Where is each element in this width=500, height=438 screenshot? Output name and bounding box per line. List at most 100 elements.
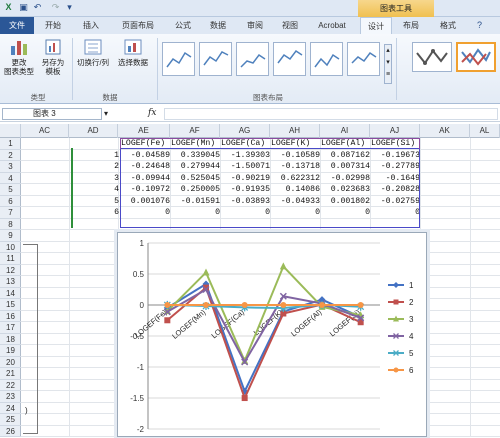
- chart-layout-option-1[interactable]: [162, 42, 195, 76]
- row-header[interactable]: 19: [0, 345, 21, 357]
- chart-layout-option-2[interactable]: [199, 42, 232, 76]
- row-header[interactable]: 21: [0, 368, 21, 380]
- style-thumbnail-icon: [461, 48, 491, 66]
- legend-marker: [393, 367, 399, 373]
- column-header[interactable]: AD: [69, 124, 118, 138]
- row-header[interactable]: 1: [0, 138, 21, 150]
- column-header[interactable]: AF: [170, 124, 220, 138]
- row-header[interactable]: 26: [0, 426, 21, 437]
- column-header[interactable]: AL: [470, 124, 500, 138]
- select-data-icon: [124, 39, 142, 55]
- legend-label: 4: [409, 332, 414, 341]
- chart-style-option-1[interactable]: [412, 42, 452, 72]
- table-row-id[interactable]: 6: [71, 207, 119, 219]
- help-icon[interactable]: ?: [474, 20, 485, 31]
- row-header[interactable]: 6: [0, 196, 21, 207]
- tab-layout[interactable]: 布局: [396, 17, 426, 34]
- row-header[interactable]: 2: [0, 150, 21, 161]
- tab-page-layout[interactable]: 页面布局: [113, 17, 163, 34]
- row-header[interactable]: 7: [0, 207, 21, 219]
- save-as-template-button[interactable]: 另存为 模板: [38, 38, 68, 76]
- values-range-highlight: [120, 148, 420, 228]
- table-row-id[interactable]: 2: [71, 161, 119, 173]
- tab-design[interactable]: 设计: [360, 17, 392, 34]
- row-header[interactable]: 5: [0, 184, 21, 196]
- gridline: [69, 138, 70, 437]
- switch-row-column-button[interactable]: 切换行/列: [74, 38, 112, 67]
- chart-object[interactable]: 1 0.5 0 -0.5 -1 -1.5 -2 LOGEF(Fe) LOGEF(Mn) LOGEF…: [117, 232, 427, 437]
- save-icon[interactable]: ▣: [18, 2, 29, 13]
- select-data-button[interactable]: 选择数据: [113, 38, 153, 67]
- row-header[interactable]: 15: [0, 299, 21, 311]
- ribbon-separator: [72, 38, 73, 100]
- chart-layout-option-4[interactable]: [273, 42, 306, 76]
- column-header[interactable]: AI: [320, 124, 370, 138]
- table-row-id[interactable]: 4: [71, 184, 119, 196]
- chart-tools-context-title: 图表工具: [358, 0, 434, 17]
- style-thumbnail-icon: [416, 49, 448, 65]
- table-row-id[interactable]: 1: [71, 150, 119, 162]
- column-header[interactable]: AJ: [370, 124, 420, 138]
- layout-gallery-scroll[interactable]: ▴ ▾ ≡: [384, 44, 392, 84]
- customize-quick-access-icon[interactable]: ▾: [64, 2, 75, 13]
- table-row-id[interactable]: 3: [71, 173, 119, 185]
- row-header[interactable]: 20: [0, 357, 21, 368]
- data-point: [241, 395, 248, 402]
- tab-view[interactable]: 视图: [275, 17, 305, 34]
- tab-file[interactable]: 文件: [0, 17, 34, 34]
- series-range-highlight: [71, 148, 73, 228]
- chart-layout-option-3[interactable]: [236, 42, 269, 76]
- redo-icon[interactable]: ↷: [50, 2, 61, 13]
- name-box-dropdown-icon[interactable]: ▾: [104, 109, 108, 118]
- row-header[interactable]: 23: [0, 391, 21, 403]
- row-header[interactable]: 8: [0, 219, 21, 230]
- row-header[interactable]: 16: [0, 311, 21, 322]
- group-label-data: 数据: [102, 93, 118, 102]
- tab-format[interactable]: 格式: [432, 17, 464, 34]
- table-row-id[interactable]: 5: [71, 196, 119, 208]
- row-header[interactable]: 11: [0, 253, 21, 265]
- row-header[interactable]: 22: [0, 380, 21, 391]
- select-all-corner[interactable]: [0, 124, 21, 138]
- data-point: [203, 302, 209, 308]
- chart-layout-option-5[interactable]: [310, 42, 343, 76]
- chart-layout-option-6[interactable]: [347, 42, 380, 76]
- tab-data[interactable]: 数据: [203, 17, 233, 34]
- row-header[interactable]: 12: [0, 265, 21, 276]
- undo-icon[interactable]: ↶: [32, 2, 43, 13]
- data-point: [164, 302, 171, 308]
- line-chart[interactable]: 10.50-0.5-1-1.5-2LOGEF(Fe) LOGEF(Mn) LOGEF…: [118, 233, 426, 436]
- row-header[interactable]: 4: [0, 173, 21, 184]
- row-header[interactable]: 18: [0, 334, 21, 345]
- save-as-template-label: 另存为 模板: [41, 58, 65, 76]
- row-header[interactable]: 9: [0, 230, 21, 242]
- data-point: [319, 302, 325, 308]
- row-header[interactable]: 13: [0, 276, 21, 288]
- row-header[interactable]: 10: [0, 242, 21, 253]
- column-header[interactable]: AE: [118, 124, 170, 138]
- tab-review[interactable]: 审阅: [240, 17, 270, 34]
- column-header[interactable]: AK: [420, 124, 470, 138]
- insert-function-icon[interactable]: fx: [148, 108, 156, 118]
- row-header[interactable]: 3: [0, 161, 21, 173]
- tab-formulas[interactable]: 公式: [168, 17, 198, 34]
- gridline: [21, 229, 500, 230]
- tab-home[interactable]: 开始: [38, 17, 68, 34]
- name-box[interactable]: 图表 3: [2, 108, 102, 120]
- row-header[interactable]: 17: [0, 322, 21, 334]
- column-header[interactable]: AH: [270, 124, 320, 138]
- y-tick-label: 0: [140, 301, 145, 310]
- column-header[interactable]: AG: [220, 124, 270, 138]
- column-header[interactable]: AC: [21, 124, 69, 138]
- formula-input[interactable]: [164, 108, 498, 120]
- tab-insert[interactable]: 插入: [76, 17, 106, 34]
- chart-style-option-2[interactable]: [456, 42, 496, 72]
- change-chart-type-button[interactable]: 更改 图表类型: [2, 38, 36, 76]
- row-header[interactable]: 14: [0, 288, 21, 299]
- row-header[interactable]: 24: [0, 403, 21, 414]
- legend-marker: [393, 282, 399, 288]
- row-header[interactable]: 25: [0, 414, 21, 426]
- legend-marker: [393, 299, 399, 305]
- data-point: [164, 317, 171, 324]
- tab-acrobat[interactable]: Acrobat: [310, 17, 354, 34]
